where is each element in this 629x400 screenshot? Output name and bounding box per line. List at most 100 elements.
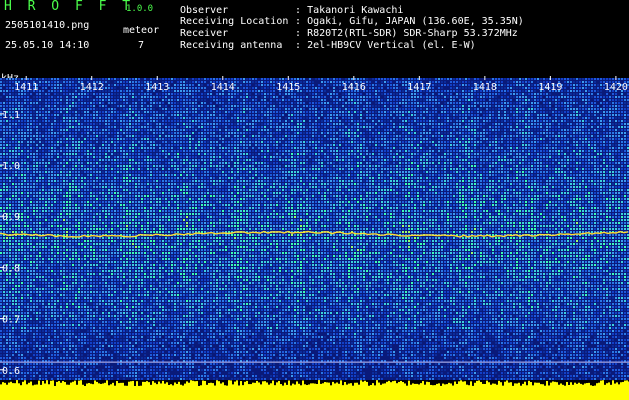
spectrum-pixel xyxy=(108,123,110,125)
spectrum-pixel xyxy=(330,84,332,86)
spectrum-pixel xyxy=(561,129,563,131)
spectrum-pixel xyxy=(228,105,230,107)
spectrum-pixel xyxy=(213,96,215,98)
spectrum-pixel xyxy=(18,78,20,80)
spectrum-pixel xyxy=(159,96,161,98)
spectrum-pixel xyxy=(57,96,59,98)
spectrum-pixel xyxy=(609,78,611,80)
spectrum-pixel xyxy=(606,96,608,98)
spectrum-pixel xyxy=(240,99,242,101)
spectrum-pixel xyxy=(12,102,14,104)
spectrum-pixel xyxy=(312,84,314,86)
spectrum-pixel xyxy=(408,123,410,125)
spectrum-pixel xyxy=(483,135,485,137)
spectrum-pixel xyxy=(552,135,554,137)
spectrum-pixel xyxy=(273,123,275,125)
spectrum-pixel xyxy=(63,84,65,86)
spectrum-pixel xyxy=(159,141,161,143)
spectrum-pixel xyxy=(183,147,185,149)
spectrum-pixel xyxy=(33,78,35,80)
spectrum-pixel xyxy=(237,111,239,113)
spectrum-pixel xyxy=(33,129,35,131)
spectrum-pixel xyxy=(69,135,71,137)
spectrum-pixel xyxy=(138,132,140,134)
spectrum-pixel xyxy=(180,96,182,98)
spectrum-pixel xyxy=(75,111,77,113)
spectrum-pixel xyxy=(573,78,575,80)
spectrum-pixel xyxy=(360,114,362,116)
spectrum-pixel xyxy=(531,81,533,83)
spectrum-pixel xyxy=(564,138,566,140)
spectrum-pixel xyxy=(486,135,488,137)
spectrum-pixel xyxy=(486,132,488,134)
spectrum-pixel xyxy=(495,144,497,146)
spectrum-pixel xyxy=(6,138,8,140)
spectrum-pixel xyxy=(555,135,557,137)
spectrum-pixel xyxy=(126,129,128,131)
spectrum-pixel xyxy=(447,123,449,125)
spectrum-pixel xyxy=(135,78,137,80)
spectrum-pixel xyxy=(297,129,299,131)
spectrum-pixel xyxy=(510,93,512,95)
spectrum-pixel xyxy=(378,141,380,143)
spectrum-pixel xyxy=(621,96,623,98)
spectrum-pixel xyxy=(525,111,527,113)
spectrum-pixel xyxy=(471,96,473,98)
spectrum-pixel xyxy=(501,126,503,128)
spectrum-pixel xyxy=(297,141,299,143)
spectrum-pixel xyxy=(48,123,50,125)
spectrum-pixel xyxy=(519,135,521,137)
spectrum-pixel xyxy=(147,114,149,116)
spectrum-pixel xyxy=(369,114,371,116)
spectrum-pixel xyxy=(330,141,332,143)
spectrum-pixel xyxy=(54,129,56,131)
spectrum-pixel xyxy=(117,105,119,107)
spectrum-pixel xyxy=(570,90,572,92)
spectrum-pixel xyxy=(147,93,149,95)
spectrum-pixel xyxy=(579,96,581,98)
spectrum-pixel xyxy=(135,123,137,125)
spectrum-pixel xyxy=(156,99,158,101)
spectrum-pixel xyxy=(72,111,74,113)
spectrum-pixel xyxy=(312,138,314,140)
spectrum-pixel xyxy=(300,78,302,80)
spectrum-pixel xyxy=(486,120,488,122)
spectrum-pixel xyxy=(441,114,443,116)
spectrum-pixel xyxy=(75,108,77,110)
spectrum-pixel xyxy=(111,129,113,131)
spectrum-pixel xyxy=(24,111,26,113)
spectrum-pixel xyxy=(372,147,374,149)
spectrum-pixel xyxy=(339,111,341,113)
spectrum-pixel xyxy=(66,111,68,113)
spectrum-pixel xyxy=(312,90,314,92)
spectrum-pixel xyxy=(576,87,578,89)
spectrum-pixel xyxy=(483,147,485,149)
spectrum-pixel xyxy=(108,87,110,89)
spectrum-pixel xyxy=(237,84,239,86)
spectrum-pixel xyxy=(543,120,545,122)
spectrum-pixel xyxy=(330,78,332,80)
spectrum-pixel xyxy=(366,144,368,146)
spectrum-pixel xyxy=(501,138,503,140)
spectrum-pixel xyxy=(345,102,347,104)
spectrum-pixel xyxy=(24,147,26,149)
spectrum-pixel xyxy=(444,108,446,110)
spectrum-pixel xyxy=(552,123,554,125)
spectrum-pixel xyxy=(57,84,59,86)
spectrum-pixel xyxy=(438,135,440,137)
spectrum-pixel xyxy=(273,99,275,101)
spectrum-pixel xyxy=(543,138,545,140)
spectrum-pixel xyxy=(186,81,188,83)
spectrum-pixel xyxy=(522,81,524,83)
spectrum-pixel xyxy=(165,105,167,107)
spectrum-pixel xyxy=(249,111,251,113)
spectrum-pixel xyxy=(321,138,323,140)
spectrum-pixel xyxy=(186,90,188,92)
spectrum-pixel xyxy=(111,96,113,98)
spectrum-pixel xyxy=(411,123,413,125)
spectrum-pixel xyxy=(249,93,251,95)
spectrum-pixel xyxy=(525,141,527,143)
spectrum-pixel xyxy=(405,123,407,125)
spectrum-pixel xyxy=(465,78,467,80)
spectrum-pixel xyxy=(477,111,479,113)
